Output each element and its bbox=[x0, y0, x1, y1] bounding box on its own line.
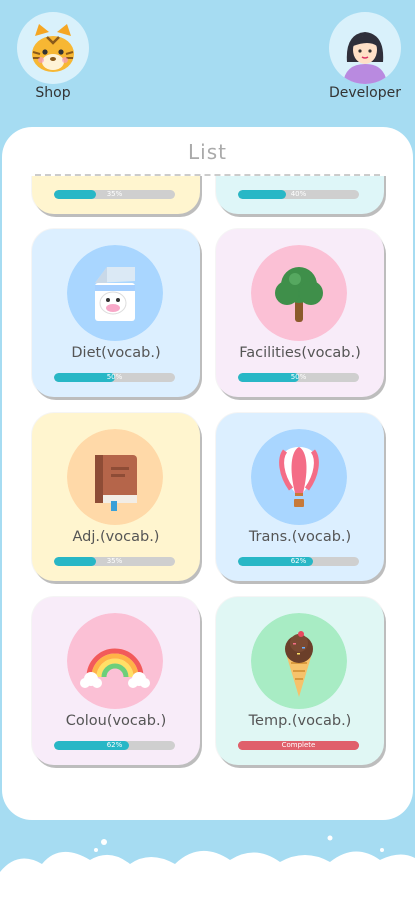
card-trans[interactable]: Trans.(vocab.) 62% bbox=[216, 413, 384, 581]
milk-carton-icon bbox=[67, 245, 163, 341]
card-title: Facilities(vocab.) bbox=[239, 345, 361, 361]
ice-cream-cone-icon bbox=[251, 613, 347, 709]
clouds-decoration bbox=[0, 835, 415, 900]
card-title: Adj.(vocab.) bbox=[72, 529, 160, 545]
tree-icon bbox=[251, 245, 347, 341]
progress-label: 50% bbox=[106, 373, 123, 381]
progress-label: 35% bbox=[106, 557, 123, 565]
card-adj[interactable]: Adj.(vocab.) 35% bbox=[32, 413, 200, 581]
progress-bar: 40% bbox=[238, 190, 359, 199]
book-icon bbox=[67, 429, 163, 525]
progress-bar: 62% bbox=[54, 741, 175, 750]
progress-label: Complete bbox=[281, 741, 316, 749]
progress-bar: 50% bbox=[54, 373, 175, 382]
progress-label: 62% bbox=[106, 741, 123, 749]
progress-bar: 62% bbox=[238, 557, 359, 566]
card-title: Diet(vocab.) bbox=[71, 345, 161, 361]
tiger-face-icon bbox=[17, 12, 89, 84]
card-title: Trans.(vocab.) bbox=[248, 529, 352, 545]
card-facilities[interactable]: Facilities(vocab.) 50% bbox=[216, 229, 384, 397]
card-title: Temp.(vocab.) bbox=[248, 713, 352, 729]
developer-label: Developer bbox=[328, 85, 401, 101]
card-colou[interactable]: Colou(vocab.) 62% bbox=[32, 597, 200, 765]
card-temp[interactable]: Temp.(vocab.) Complete bbox=[216, 597, 384, 765]
shop-label: Shop bbox=[35, 85, 71, 101]
progress-label: 50% bbox=[290, 373, 307, 381]
card-diet[interactable]: Diet(vocab.) 50% bbox=[32, 229, 200, 397]
progress-label: 40% bbox=[290, 190, 307, 198]
progress-bar: 35% bbox=[54, 190, 175, 199]
developer-button[interactable]: Developer bbox=[320, 12, 410, 101]
scrolled-row: 35% 40% bbox=[0, 176, 415, 220]
progress-bar: 35% bbox=[54, 557, 175, 566]
progress-bar: 50% bbox=[238, 373, 359, 382]
rainbow-icon bbox=[67, 613, 163, 709]
progress-bar: Complete bbox=[238, 741, 359, 750]
partial-card[interactable]: 35% bbox=[32, 176, 200, 214]
shop-button[interactable]: Shop bbox=[13, 12, 93, 101]
hot-air-balloon-icon bbox=[251, 429, 347, 525]
progress-label: 62% bbox=[290, 557, 307, 565]
card-title: Colou(vocab.) bbox=[65, 713, 167, 729]
list-title: List bbox=[188, 140, 227, 164]
partial-card[interactable]: 40% bbox=[216, 176, 384, 214]
girl-avatar-icon bbox=[329, 12, 401, 84]
progress-label: 35% bbox=[106, 190, 123, 198]
